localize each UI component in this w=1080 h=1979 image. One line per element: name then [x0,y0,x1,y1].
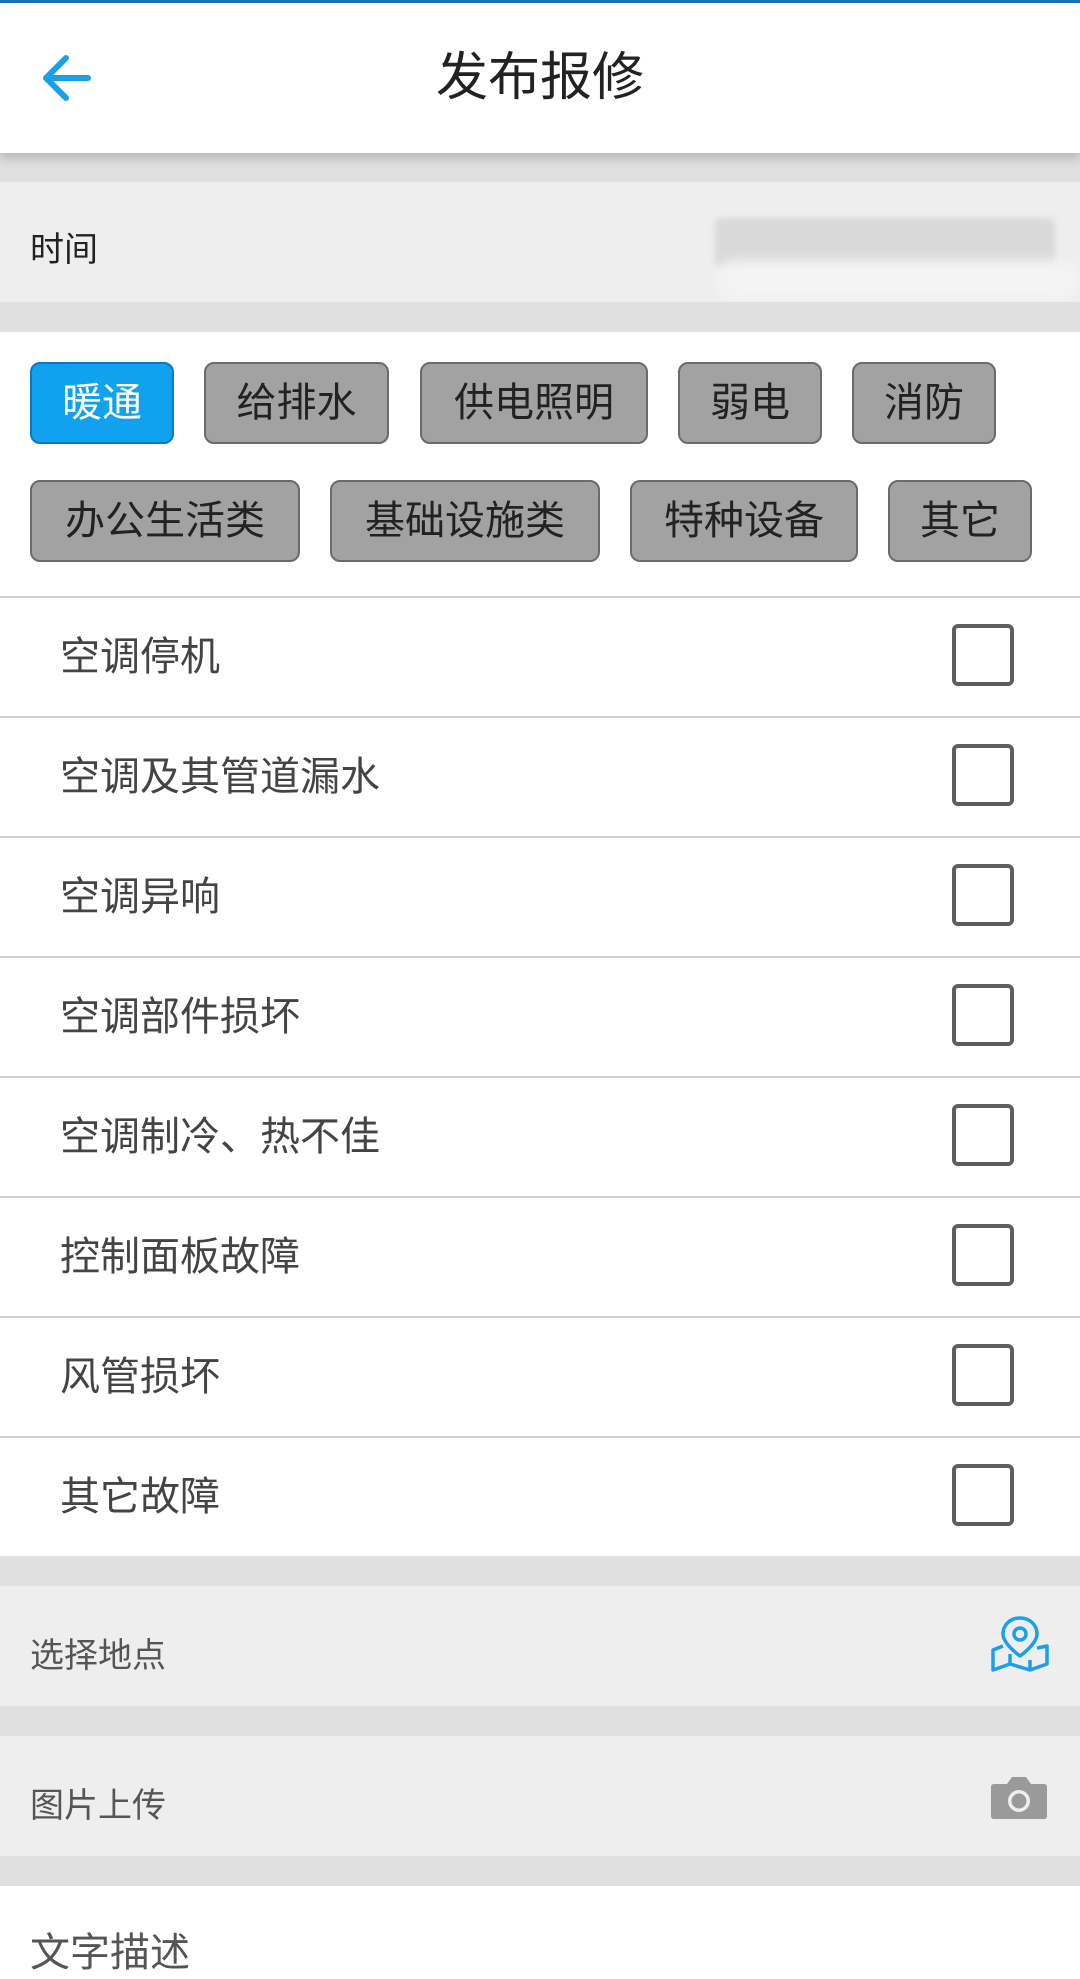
category-chip-group: 暖通 给排水 供电照明 弱电 消防 办公生活类 基础设施类 特种设备 其它 [0,332,1080,596]
app-header: 发布报修 [0,3,1080,153]
issue-label: 控制面板故障 [60,1234,300,1280]
photo-upload-field[interactable]: 图片上传 [0,1736,1080,1856]
section-gap [0,1856,1080,1886]
issue-label: 空调部件损坏 [60,994,300,1040]
issue-label: 空调及其管道漏水 [60,754,380,800]
category-chip-office-living[interactable]: 办公生活类 [30,480,300,562]
issue-checkbox[interactable] [952,1224,1014,1286]
issue-checkbox[interactable] [952,864,1014,926]
issue-checkbox[interactable] [952,1344,1014,1406]
category-chip-water[interactable]: 给排水 [204,362,389,444]
category-chip-power-lighting[interactable]: 供电照明 [420,362,648,444]
location-field[interactable]: 选择地点 [0,1586,1080,1706]
section-gap [0,153,1080,182]
issue-checkbox[interactable] [952,1104,1014,1166]
description-label: 文字描述 [30,1930,190,1976]
issue-row[interactable]: 空调部件损坏 [0,958,1080,1076]
camera-icon[interactable] [990,1774,1048,1820]
section-gap [0,1706,1080,1736]
issue-checkbox[interactable] [952,984,1014,1046]
category-chip-hvac[interactable]: 暖通 [30,362,174,444]
time-field[interactable]: 时间 [0,182,1080,302]
map-pin-icon[interactable] [990,1612,1050,1674]
category-chip-special-equipment[interactable]: 特种设备 [630,480,858,562]
section-gap [0,302,1080,332]
issue-label: 风管损坏 [60,1354,220,1400]
issue-checkbox[interactable] [952,624,1014,686]
issue-label: 空调停机 [60,634,220,680]
issue-label: 空调制冷、热不佳 [60,1114,380,1160]
section-gap [0,1556,1080,1586]
description-field[interactable]: 文字描述 [0,1886,1080,1979]
issue-row[interactable]: 控制面板故障 [0,1198,1080,1316]
issue-checkbox[interactable] [952,744,1014,806]
time-value-redacted-shadow [715,260,1080,302]
category-chip-low-voltage[interactable]: 弱电 [678,362,822,444]
location-label: 选择地点 [30,1636,166,1676]
page-title: 发布报修 [435,48,644,108]
issue-row[interactable]: 空调及其管道漏水 [0,718,1080,836]
photo-upload-label: 图片上传 [30,1786,166,1826]
issue-row[interactable]: 空调制冷、热不佳 [0,1078,1080,1196]
issue-row[interactable]: 其它故障 [0,1438,1080,1556]
issue-row[interactable]: 空调停机 [0,598,1080,716]
issue-row[interactable]: 风管损坏 [0,1318,1080,1436]
issue-label: 其它故障 [60,1474,220,1520]
time-label: 时间 [30,230,98,270]
category-chip-other[interactable]: 其它 [888,480,1032,562]
category-chip-fire[interactable]: 消防 [852,362,996,444]
issue-row[interactable]: 空调异响 [0,838,1080,956]
issue-checkbox[interactable] [952,1464,1014,1526]
category-chip-infrastructure[interactable]: 基础设施类 [330,480,600,562]
issue-label: 空调异响 [60,874,220,920]
